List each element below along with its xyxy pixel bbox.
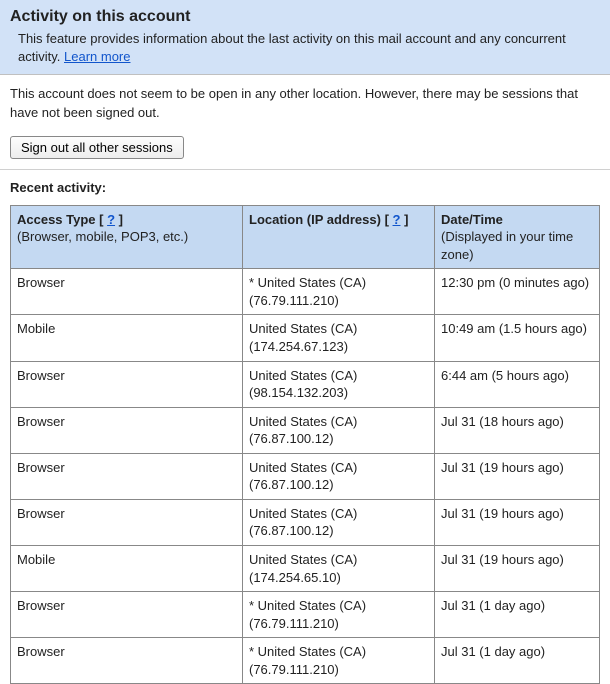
cell-access-type: Mobile	[11, 315, 243, 361]
header-description: This feature provides information about …	[18, 30, 600, 66]
cell-access-type: Mobile	[11, 545, 243, 591]
cell-access-type: Browser	[11, 638, 243, 684]
cell-datetime: Jul 31 (19 hours ago)	[435, 453, 600, 499]
status-text: This account does not seem to be open in…	[10, 85, 600, 121]
table-row: BrowserUnited States (CA) (76.87.100.12)…	[11, 499, 600, 545]
col-header-access-type: Access Type [ ? ] (Browser, mobile, POP3…	[11, 205, 243, 269]
datetime-sub: (Displayed in your time zone)	[441, 229, 573, 262]
cell-location: * United States (CA) (76.79.111.210)	[243, 638, 435, 684]
cell-access-type: Browser	[11, 499, 243, 545]
col-header-location: Location (IP address) [ ? ]	[243, 205, 435, 269]
table-row: Browser* United States (CA) (76.79.111.2…	[11, 592, 600, 638]
cell-location: * United States (CA) (76.79.111.210)	[243, 269, 435, 315]
learn-more-link[interactable]: Learn more	[64, 49, 130, 64]
table-row: MobileUnited States (CA) (174.254.67.123…	[11, 315, 600, 361]
cell-location: * United States (CA) (76.79.111.210)	[243, 592, 435, 638]
cell-location: United States (CA) (98.154.132.203)	[243, 361, 435, 407]
cell-location: United States (CA) (76.87.100.12)	[243, 499, 435, 545]
access-type-label: Access Type	[17, 212, 96, 227]
sign-out-all-button[interactable]: Sign out all other sessions	[10, 136, 184, 159]
cell-datetime: Jul 31 (1 day ago)	[435, 638, 600, 684]
location-label: Location (IP address)	[249, 212, 381, 227]
cell-access-type: Browser	[11, 407, 243, 453]
header-box: Activity on this account This feature pr…	[0, 0, 610, 75]
page-title: Activity on this account	[10, 8, 600, 26]
access-type-sub: (Browser, mobile, POP3, etc.)	[17, 229, 188, 244]
table-row: Browser* United States (CA) (76.79.111.2…	[11, 638, 600, 684]
cell-datetime: Jul 31 (19 hours ago)	[435, 499, 600, 545]
table-row: Browser* United States (CA) (76.79.111.2…	[11, 269, 600, 315]
cell-location: United States (CA) (174.254.65.10)	[243, 545, 435, 591]
table-header-row: Access Type [ ? ] (Browser, mobile, POP3…	[11, 205, 600, 269]
recent-heading: Recent activity:	[10, 180, 600, 195]
table-row: MobileUnited States (CA) (174.254.65.10)…	[11, 545, 600, 591]
cell-location: United States (CA) (76.87.100.12)	[243, 453, 435, 499]
activity-table: Access Type [ ? ] (Browser, mobile, POP3…	[10, 205, 600, 684]
cell-datetime: Jul 31 (18 hours ago)	[435, 407, 600, 453]
cell-access-type: Browser	[11, 361, 243, 407]
cell-access-type: Browser	[11, 592, 243, 638]
table-row: BrowserUnited States (CA) (76.87.100.12)…	[11, 407, 600, 453]
cell-datetime: Jul 31 (19 hours ago)	[435, 545, 600, 591]
cell-datetime: 6:44 am (5 hours ago)	[435, 361, 600, 407]
access-type-help-link[interactable]: ?	[107, 212, 115, 227]
recent-section: Recent activity: Access Type [ ? ] (Brow…	[0, 170, 610, 684]
cell-datetime: 10:49 am (1.5 hours ago)	[435, 315, 600, 361]
cell-location: United States (CA) (76.87.100.12)	[243, 407, 435, 453]
datetime-label: Date/Time	[441, 212, 503, 227]
col-header-datetime: Date/Time (Displayed in your time zone)	[435, 205, 600, 269]
status-section: This account does not seem to be open in…	[0, 75, 610, 169]
cell-access-type: Browser	[11, 269, 243, 315]
cell-location: United States (CA) (174.254.67.123)	[243, 315, 435, 361]
cell-datetime: 12:30 pm (0 minutes ago)	[435, 269, 600, 315]
cell-access-type: Browser	[11, 453, 243, 499]
location-help-link[interactable]: ?	[393, 212, 401, 227]
table-row: BrowserUnited States (CA) (76.87.100.12)…	[11, 453, 600, 499]
cell-datetime: Jul 31 (1 day ago)	[435, 592, 600, 638]
table-row: BrowserUnited States (CA) (98.154.132.20…	[11, 361, 600, 407]
